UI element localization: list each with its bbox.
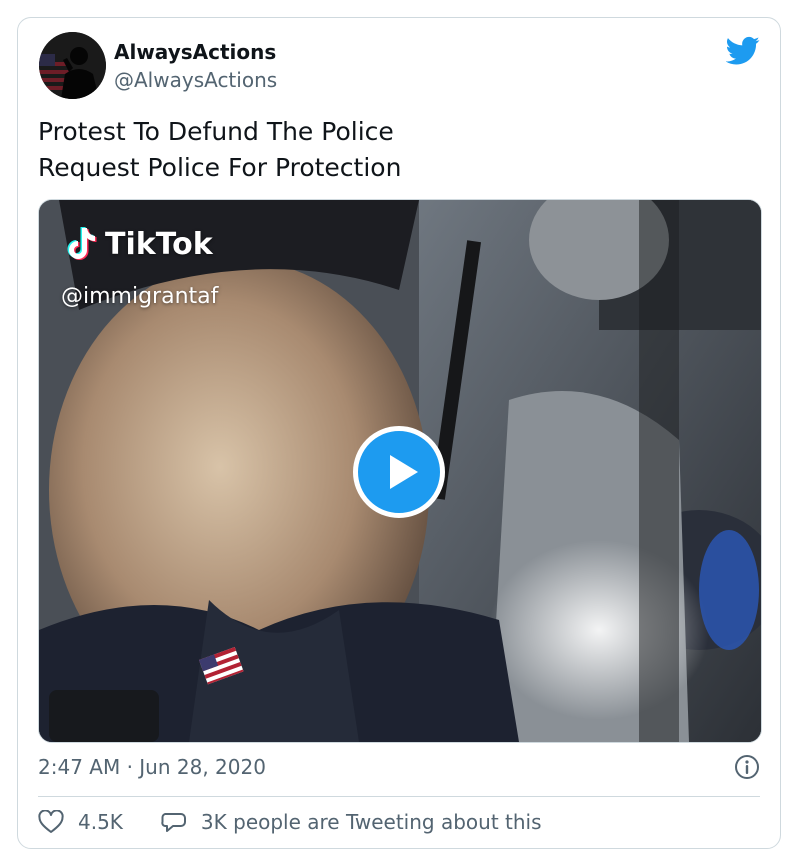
tweet-text-line: Protest To Defund The Police [38, 117, 394, 146]
tweet-timestamp[interactable]: 2:47 AM · Jun 28, 2020 [38, 755, 266, 779]
tiktok-note-icon [67, 227, 97, 260]
divider [38, 796, 760, 797]
author-name[interactable]: AlwaysActions [114, 40, 276, 64]
conversation-label: 3K people are Tweeting about this [200, 810, 542, 834]
speech-bubble-icon [161, 813, 186, 832]
play-icon [390, 455, 418, 489]
tiktok-handle: @immigrantaf [61, 284, 219, 309]
tweet-text-line: Request Police For Protection [38, 153, 402, 182]
tweet-text: Protest To Defund The Police Request Pol… [38, 114, 401, 186]
info-icon[interactable] [734, 754, 760, 780]
heart-icon [38, 810, 64, 833]
avatar[interactable] [39, 32, 106, 99]
tweet-card[interactable]: AlwaysActions @AlwaysActions Protest To … [17, 17, 781, 849]
like-button[interactable]: 4.5K [38, 810, 123, 834]
conversation-button[interactable]: 3K people are Tweeting about this [161, 810, 542, 834]
video-player[interactable]: TikTok @immigrantaf [38, 199, 762, 743]
twitter-bird-icon[interactable] [725, 36, 760, 66]
play-button[interactable] [353, 426, 445, 518]
like-count: 4.5K [78, 810, 123, 834]
tiktok-brand-label: TikTok [105, 226, 213, 262]
tweet-actions: 4.5K 3K people are Tweeting about this [38, 806, 542, 838]
author-handle[interactable]: @AlwaysActions [114, 68, 277, 92]
tiktok-watermark: TikTok [65, 226, 213, 262]
